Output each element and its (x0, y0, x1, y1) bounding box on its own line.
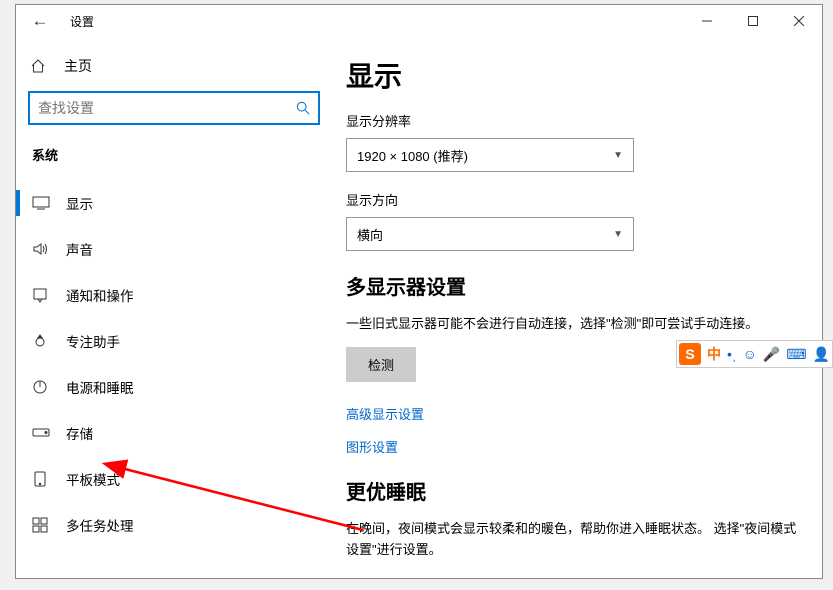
settings-window: ← 设置 主页 系统 显示 (15, 4, 823, 579)
content-pane[interactable]: 显示 显示分辨率 1920 × 1080 (推荐) ▼ 显示方向 横向 ▼ 多显… (324, 37, 822, 578)
detect-button[interactable]: 检测 (346, 347, 416, 382)
sound-icon (32, 241, 66, 257)
orientation-dropdown[interactable]: 横向 ▼ (346, 217, 634, 251)
maximize-button[interactable] (730, 5, 776, 37)
nav-item-display[interactable]: 显示 (16, 180, 324, 226)
nav-item-notifications[interactable]: 通知和操作 (16, 272, 324, 318)
nav-label: 多任务处理 (66, 515, 134, 535)
nav-item-focus[interactable]: 专注助手 (16, 318, 324, 364)
power-icon (32, 379, 66, 395)
resolution-dropdown[interactable]: 1920 × 1080 (推荐) ▼ (346, 138, 634, 172)
nav-label: 通知和操作 (66, 285, 134, 305)
nav-label: 电源和睡眠 (66, 377, 134, 397)
section-label: 系统 (16, 137, 324, 180)
page-heading: 显示 (346, 55, 800, 95)
search-icon[interactable] (288, 101, 318, 115)
resolution-value: 1920 × 1080 (推荐) (357, 146, 468, 165)
nav-label: 声音 (66, 239, 93, 259)
sleep-heading: 更优睡眠 (346, 476, 800, 505)
multitask-icon (32, 517, 66, 533)
ime-mic-icon[interactable]: 🎤 (763, 346, 780, 363)
nav-label: 专注助手 (66, 331, 120, 351)
chevron-down-icon: ▼ (613, 229, 623, 240)
resolution-label: 显示分辨率 (346, 111, 800, 130)
chevron-down-icon: ▼ (613, 150, 623, 161)
nav-item-tablet[interactable]: 平板模式 (16, 456, 324, 502)
ime-toolbar[interactable]: S 中 •ˌ ☺ 🎤 ⌨ 👤 (676, 340, 833, 368)
ime-user-icon[interactable]: 👤 (813, 346, 830, 363)
nav-label: 平板模式 (66, 469, 120, 489)
nav-item-multitask[interactable]: 多任务处理 (16, 502, 324, 548)
close-button[interactable] (776, 5, 822, 37)
window-controls (684, 5, 822, 37)
nav-item-power[interactable]: 电源和睡眠 (16, 364, 324, 410)
multi-monitor-heading: 多显示器设置 (346, 271, 800, 300)
search-input[interactable] (30, 100, 288, 116)
orientation-label: 显示方向 (346, 190, 800, 209)
advanced-display-link[interactable]: 高级显示设置 (346, 404, 800, 423)
titlebar: ← 设置 (16, 5, 822, 37)
home-button[interactable]: 主页 (16, 47, 324, 85)
tablet-icon (32, 471, 66, 487)
home-label: 主页 (64, 56, 92, 76)
ime-keyboard-icon[interactable]: ⌨ (786, 346, 806, 363)
back-button[interactable]: ← (16, 11, 64, 31)
nav-item-storage[interactable]: 存储 (16, 410, 324, 456)
search-box[interactable] (28, 91, 320, 125)
ime-badge[interactable]: S (679, 343, 701, 365)
multi-monitor-desc: 一些旧式显示器可能不会进行自动连接，选择"检测"即可尝试手动连接。 (346, 314, 800, 335)
notification-icon (32, 287, 66, 303)
nav-item-sound[interactable]: 声音 (16, 226, 324, 272)
focus-icon (32, 333, 66, 349)
minimize-button[interactable] (684, 5, 730, 37)
home-icon (30, 58, 64, 74)
sleep-desc: 在晚间，夜间模式会显示较柔和的暖色，帮助你进入睡眠状态。 选择"夜间模式设置"进… (346, 519, 800, 561)
display-icon (32, 196, 66, 210)
window-title: 设置 (64, 13, 94, 30)
ime-punct-icon[interactable]: •ˌ (727, 346, 737, 362)
nav-label: 存储 (66, 423, 93, 443)
storage-icon (32, 428, 66, 438)
ime-lang[interactable]: 中 (707, 344, 721, 364)
graphics-settings-link[interactable]: 图形设置 (346, 437, 800, 456)
nav-label: 显示 (66, 193, 93, 213)
sidebar: 主页 系统 显示 声音 通知和操作 (16, 37, 324, 578)
orientation-value: 横向 (357, 225, 383, 244)
ime-smiley-icon[interactable]: ☺ (743, 346, 757, 362)
